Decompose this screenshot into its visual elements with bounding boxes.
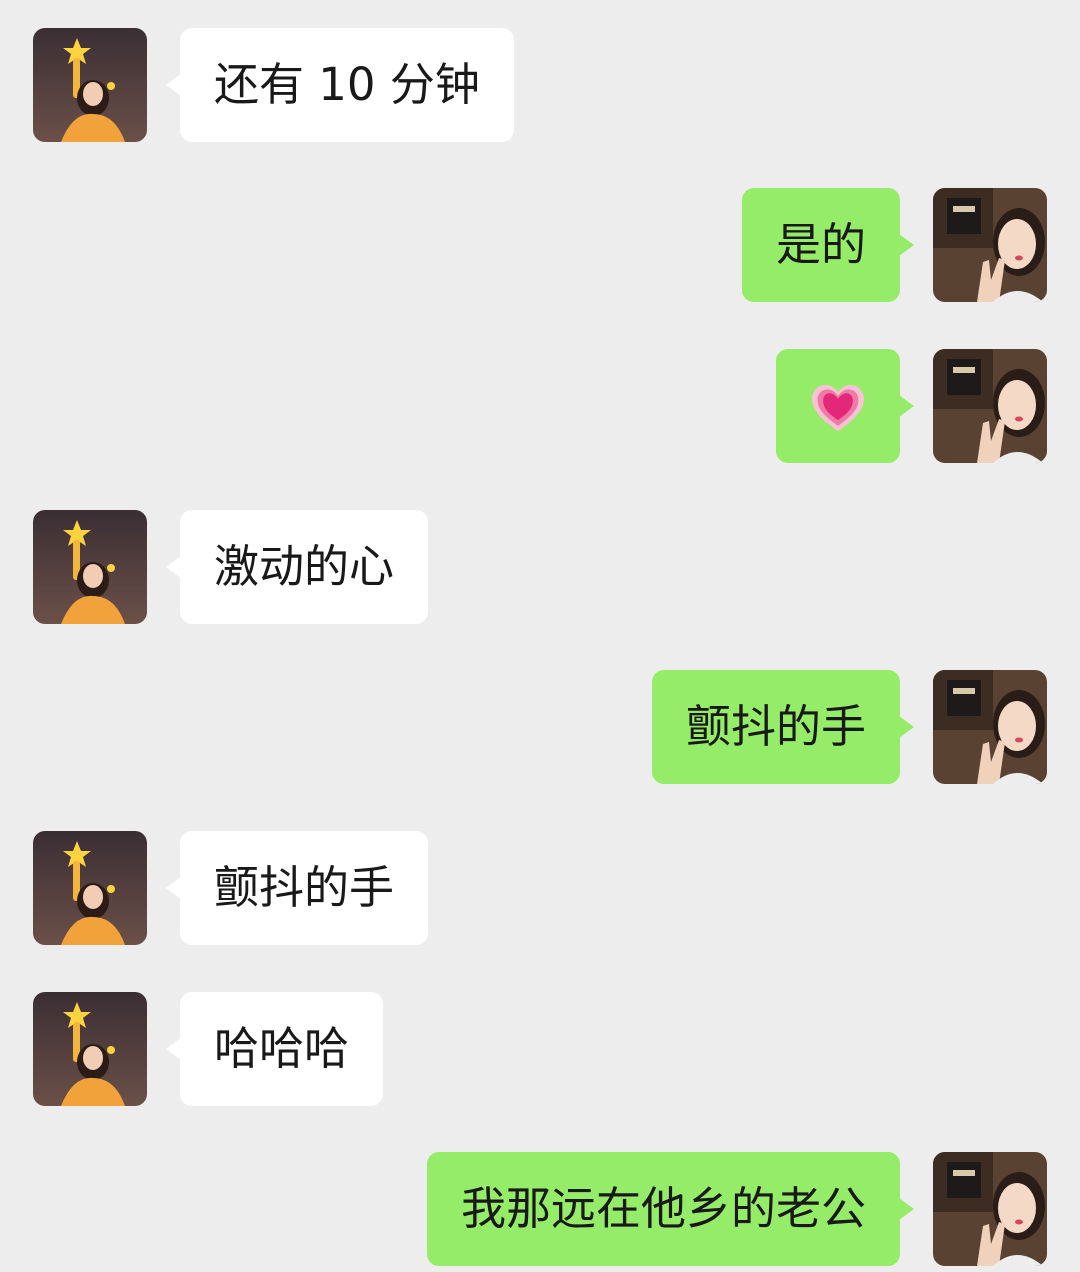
message-row: 我那远在他乡的老公 [0, 1152, 1080, 1266]
message-row: 哈哈哈 [0, 992, 1080, 1106]
bubble-tail [166, 74, 181, 96]
my-avatar[interactable] [933, 349, 1047, 463]
contact-avatar[interactable] [33, 28, 147, 142]
contact-avatar[interactable] [33, 510, 147, 624]
girl-with-star-avatar-icon [33, 28, 147, 142]
bubble-tail [899, 234, 914, 256]
contact-avatar[interactable] [33, 992, 147, 1106]
message-row: 颤抖的手 [0, 831, 1080, 945]
my-avatar[interactable] [933, 1152, 1047, 1266]
girl-with-star-avatar-icon [33, 510, 147, 624]
bubble-tail [899, 1198, 914, 1220]
girl-with-star-avatar-icon [33, 831, 147, 945]
message-row: 颤抖的手 [0, 670, 1080, 784]
selfie-peace-sign-avatar-icon [933, 349, 1047, 463]
outgoing-message-bubble[interactable]: 我那远在他乡的老公 [426, 1152, 914, 1266]
selfie-peace-sign-avatar-icon [933, 188, 1047, 302]
message-text: 哈哈哈 [214, 1022, 350, 1075]
growing-heart-emoji-icon [812, 384, 864, 432]
bubble-tail [899, 395, 914, 417]
message-text: 是的 [775, 218, 866, 271]
incoming-message-bubble[interactable]: 还有 10 分钟 [166, 28, 514, 142]
my-avatar[interactable] [933, 670, 1047, 784]
message-row: 💗 [0, 349, 1080, 463]
my-avatar[interactable] [933, 188, 1047, 302]
outgoing-message-bubble[interactable]: 💗 [776, 349, 914, 463]
message-row: 还有 10 分钟 [0, 28, 1080, 142]
bubble-tail [166, 556, 181, 578]
incoming-message-bubble[interactable]: 激动的心 [166, 510, 429, 624]
incoming-message-bubble[interactable]: 哈哈哈 [166, 992, 384, 1106]
girl-with-star-avatar-icon [33, 992, 147, 1106]
chat-message-list[interactable]: 还有 10 分钟 是的 激动的心 颤抖的手 颤抖的手 哈哈哈 我那远在他乡的老公 [0, 0, 1080, 1272]
bubble-tail [899, 716, 914, 738]
message-text: 我那远在他乡的老公 [460, 1182, 866, 1235]
message-text: 激动的心 [214, 540, 395, 593]
message-row: 是的 [0, 188, 1080, 302]
bubble-tail [166, 877, 181, 899]
incoming-message-bubble[interactable]: 颤抖的手 [166, 831, 429, 945]
message-text: 颤抖的手 [214, 861, 395, 914]
bubble-tail [166, 1038, 181, 1060]
message-text: 颤抖的手 [685, 700, 866, 753]
outgoing-message-bubble[interactable]: 是的 [741, 188, 914, 302]
selfie-peace-sign-avatar-icon [933, 670, 1047, 784]
selfie-peace-sign-avatar-icon [933, 1152, 1047, 1266]
message-text: 还有 10 分钟 [214, 58, 480, 111]
outgoing-message-bubble[interactable]: 颤抖的手 [651, 670, 914, 784]
message-row: 激动的心 [0, 510, 1080, 624]
contact-avatar[interactable] [33, 831, 147, 945]
